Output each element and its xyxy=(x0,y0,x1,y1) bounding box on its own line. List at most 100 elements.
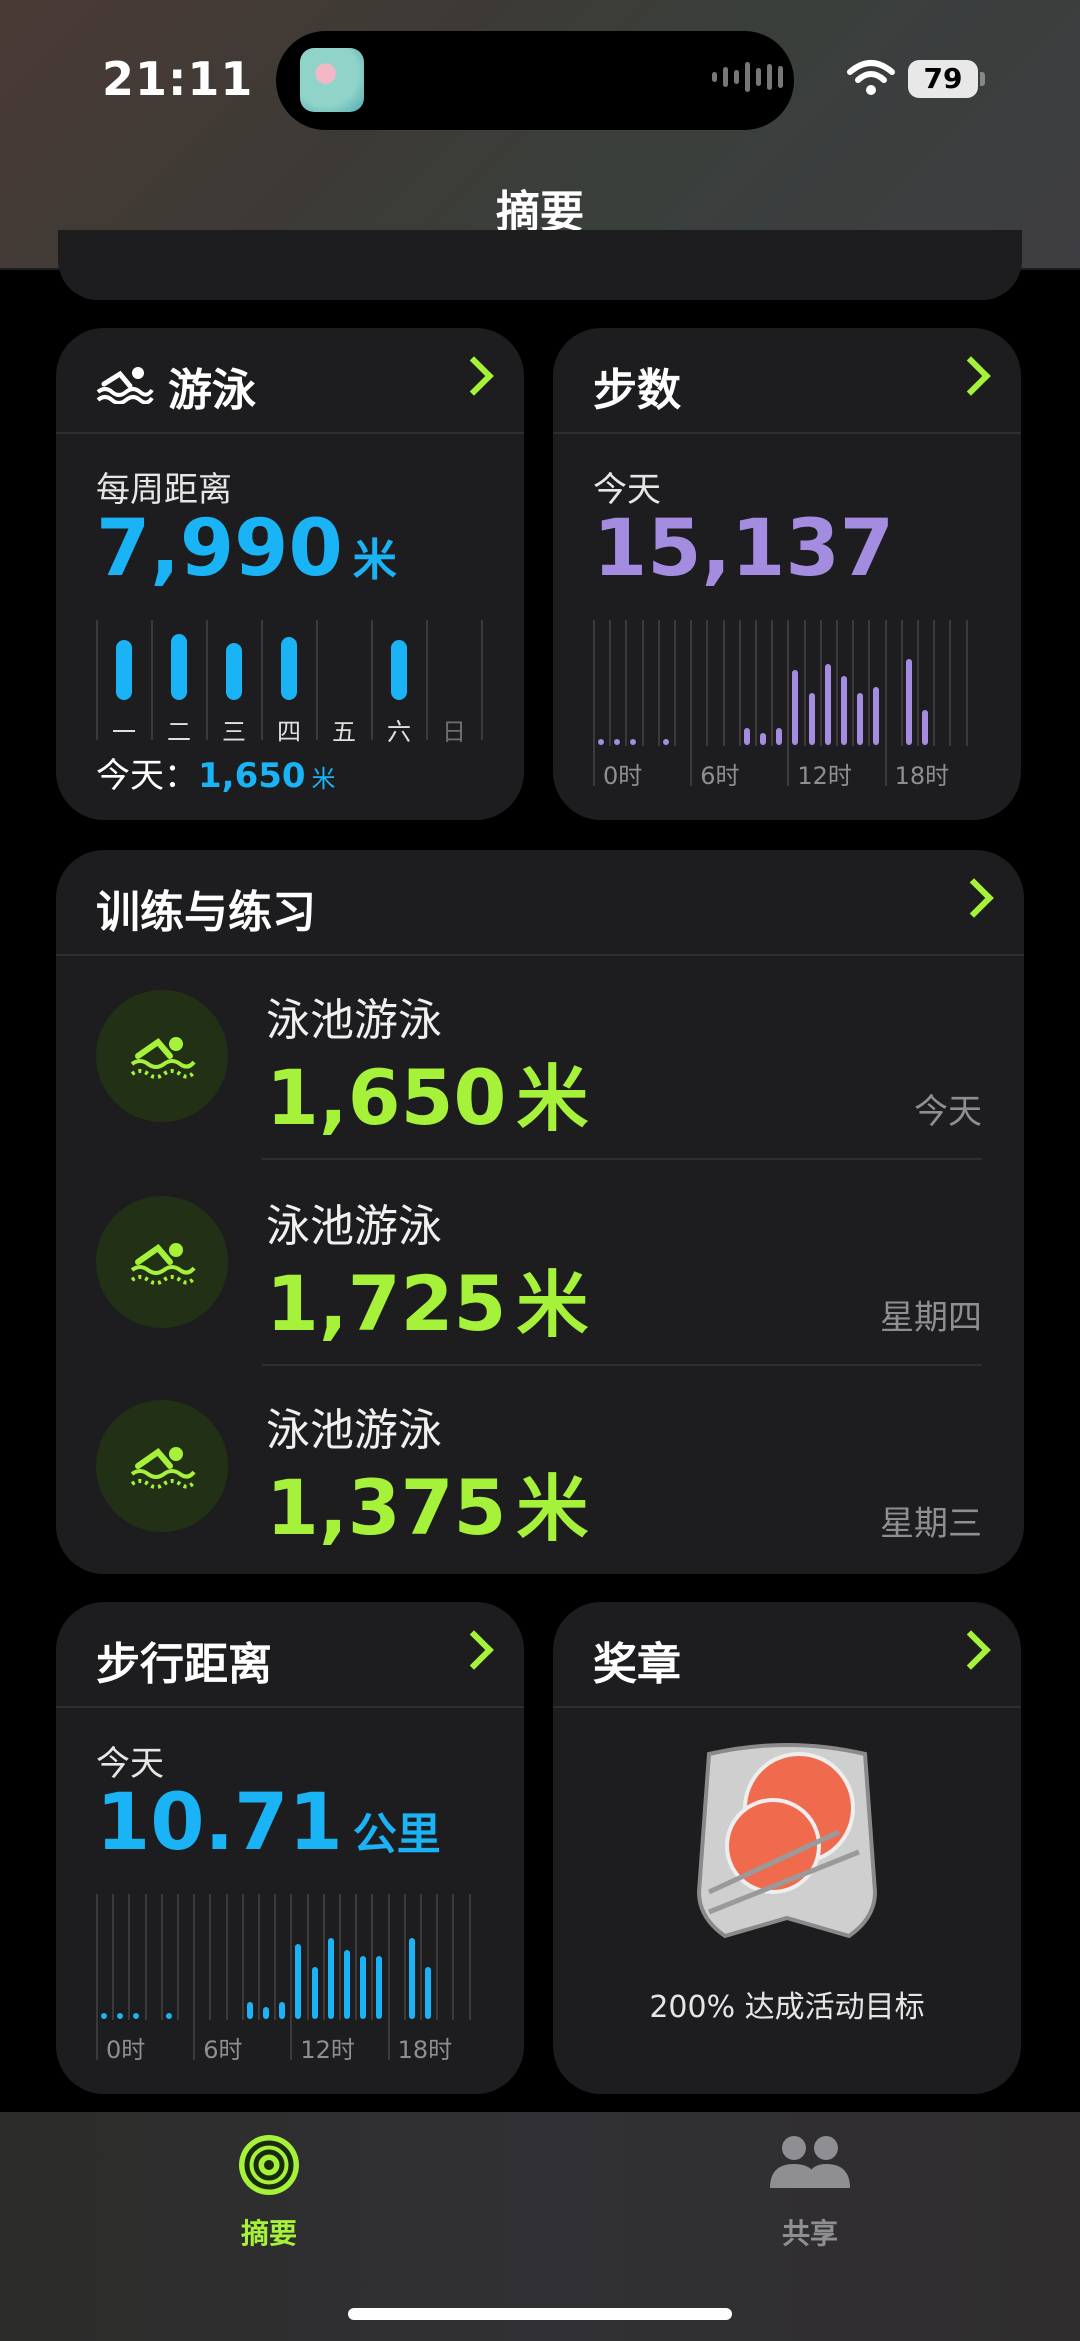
week-day-label: 一 xyxy=(112,718,136,746)
chart-gridline xyxy=(206,620,208,740)
card-divider xyxy=(553,1706,1021,1708)
hour-bar-9 xyxy=(246,2002,253,2019)
chart-gridline xyxy=(965,620,968,746)
hour-bar-20 xyxy=(425,1967,431,2019)
tab-summary[interactable]: 摘要 xyxy=(169,2212,369,2252)
walk-number: 10.71 xyxy=(96,1778,343,1868)
hour-bar-20 xyxy=(922,710,928,745)
workout-distance: 1,725 米 xyxy=(266,1246,588,1351)
hour-bar-19 xyxy=(408,1938,415,2019)
hour-bar-2 xyxy=(630,739,637,745)
chart-gridline xyxy=(803,620,806,746)
steps-card-title: 步数 xyxy=(593,365,681,416)
swim-weekly-unit: 米 xyxy=(352,535,397,586)
workouts-card-title: 训练与练习 xyxy=(96,887,316,938)
chevron-right-icon[interactable] xyxy=(951,356,991,396)
workout-date: 星期三 xyxy=(880,1504,982,1544)
steps-card[interactable]: 步数 今天 15,137 0时 6时 12时 18时 xyxy=(553,328,1021,820)
hour-bar-14 xyxy=(327,1938,334,2019)
tab-sharing[interactable]: 共享 xyxy=(710,2212,910,2252)
chart-gridline xyxy=(468,1894,471,2020)
hour-bar-12 xyxy=(792,670,799,745)
now-playing-app-icon[interactable] xyxy=(300,48,364,112)
chart-gridline xyxy=(225,1894,228,2020)
hour-tick-label: 6时 xyxy=(700,762,740,790)
swimmer-glyph xyxy=(130,1243,196,1285)
week-day-label: 五 xyxy=(332,718,356,746)
chart-gridline xyxy=(274,1894,277,2020)
hour-bar-9 xyxy=(743,728,750,745)
home-indicator[interactable] xyxy=(348,2308,732,2320)
week-bar-2 xyxy=(226,643,242,700)
hour-bar-15 xyxy=(841,676,847,745)
chart-gridline xyxy=(371,1894,374,2020)
chart-gridline xyxy=(128,1894,131,2020)
chart-gridline xyxy=(722,620,725,746)
chevron-right-icon[interactable] xyxy=(454,1630,494,1670)
week-day-label: 三 xyxy=(222,718,246,746)
swim-today-unit: 米 xyxy=(311,765,336,793)
chart-gridline xyxy=(193,1894,196,2060)
chart-gridline xyxy=(674,620,676,746)
activity-rings-icon[interactable] xyxy=(236,2132,302,2198)
hour-bar-10 xyxy=(760,733,766,745)
hour-tick-label: 12时 xyxy=(797,762,852,790)
chevron-right-icon[interactable] xyxy=(951,1630,991,1670)
card-divider xyxy=(553,432,1021,434)
swim-today-row: 今天：1,650 米 xyxy=(96,748,336,797)
chart-gridline xyxy=(481,620,483,740)
chart-gridline xyxy=(387,1894,390,2060)
workout-date: 星期四 xyxy=(880,1298,982,1338)
week-day-label: 六 xyxy=(387,718,411,746)
chart-gridline xyxy=(355,1894,358,2020)
award-caption: 200% 达成活动目标 xyxy=(649,1990,925,2025)
chart-gridline xyxy=(884,620,887,786)
chart-gridline xyxy=(96,1894,98,2060)
card-divider xyxy=(56,954,1024,956)
awards-card[interactable]: 奖章 200% 达成活动目标 xyxy=(553,1602,1021,2094)
chart-gridline xyxy=(241,1894,244,2020)
hour-tick-label: 0时 xyxy=(106,2036,146,2064)
hour-bar-11 xyxy=(776,728,783,745)
workout-name: 泳池游泳 xyxy=(266,1201,442,1252)
hour-tick-label: 6时 xyxy=(203,2036,243,2064)
swim-weekly-value: 7,990 米 xyxy=(96,504,397,594)
chart-gridline xyxy=(771,620,774,746)
award-badge-icon[interactable] xyxy=(689,1742,885,1954)
swim-today-label: 今天： xyxy=(96,756,198,796)
awards-card-title: 奖章 xyxy=(593,1639,681,1690)
hour-bar-0 xyxy=(101,2013,107,2019)
swim-card-title: 游泳 xyxy=(168,365,256,416)
swim-card[interactable]: 游泳 每周距离 7,990 米 一二三四五六日 今天：1,650 米 xyxy=(56,328,524,820)
walk-value: 10.71 公里 xyxy=(96,1778,441,1868)
sharing-people-icon[interactable] xyxy=(766,2132,854,2196)
chart-gridline xyxy=(426,620,428,740)
hour-bar-0 xyxy=(598,739,604,745)
chart-gridline xyxy=(209,1894,212,2020)
chevron-right-icon[interactable] xyxy=(454,356,494,396)
previous-card-bottom[interactable] xyxy=(58,230,1022,300)
chart-gridline xyxy=(933,620,936,746)
chart-gridline xyxy=(306,1894,309,2020)
chart-gridline xyxy=(900,620,903,746)
chart-gridline xyxy=(949,620,952,746)
workouts-card[interactable]: 训练与练习 泳池游泳 1,650 米 今天 泳池游泳 1,725 米 星期四 泳池游… xyxy=(56,850,1024,1574)
card-divider xyxy=(56,1706,524,1708)
pool-swim-icon xyxy=(96,1400,228,1532)
hour-bar-11 xyxy=(279,2002,286,2019)
hour-bar-14 xyxy=(824,664,831,745)
walk-distance-card[interactable]: 步行距离 今天 10.71 公里 0时 6时 12时 18时 xyxy=(56,1602,524,2094)
chart-gridline xyxy=(836,620,838,746)
hour-bar-15 xyxy=(344,1950,350,2019)
chevron-right-icon[interactable] xyxy=(954,878,994,918)
chart-gridline xyxy=(452,1894,455,2020)
status-time: 21:11 xyxy=(102,52,254,106)
chart-gridline xyxy=(819,620,822,746)
workout-distance: 1,375 米 xyxy=(266,1450,588,1555)
chart-gridline xyxy=(96,620,98,740)
hour-tick-label: 0时 xyxy=(603,762,643,790)
chart-gridline xyxy=(261,620,263,740)
workout-date: 今天 xyxy=(914,1092,982,1132)
chart-gridline xyxy=(316,620,318,740)
workout-distance-unit: 米 xyxy=(516,1057,589,1141)
